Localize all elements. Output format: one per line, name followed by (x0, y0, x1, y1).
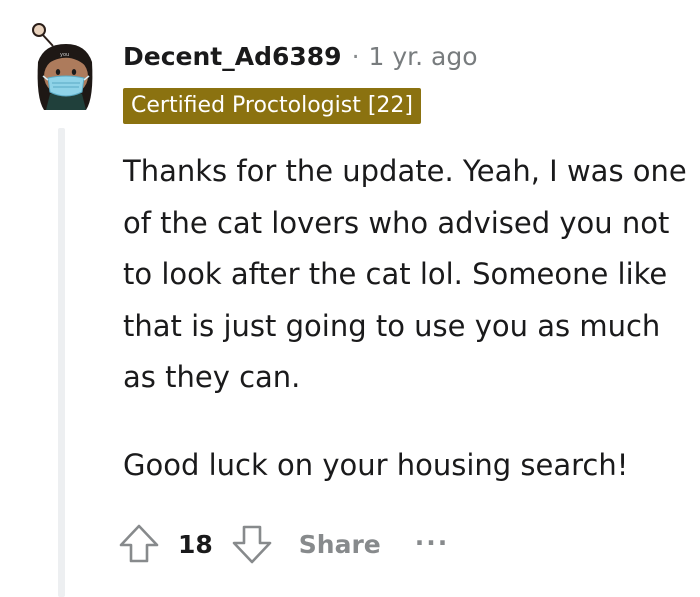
comment-meta: Decent_Ad6389 · 1 yr. ago (123, 38, 478, 74)
user-flair-badge: Certified Proctologist [22] (123, 88, 422, 124)
vote-score: 18 (178, 529, 213, 559)
comment-body: Thanks for the update. Yeah, I was one o… (123, 146, 695, 491)
thread-collapse-line[interactable] (58, 128, 65, 597)
avatar[interactable]: you (26, 18, 104, 114)
comment-timestamp[interactable]: 1 yr. ago (369, 42, 478, 71)
snoo-avatar-icon: you (32, 23, 93, 110)
more-options-icon[interactable]: ... (415, 522, 450, 551)
share-button[interactable]: Share (299, 530, 381, 559)
username-link[interactable]: Decent_Ad6389 (123, 42, 342, 71)
svg-text:you: you (60, 52, 69, 58)
comment-paragraph: Good luck on your housing search! (123, 447, 629, 482)
comment-actions: 18 Share ... (116, 516, 449, 572)
meta-separator: · (351, 41, 360, 71)
comment-paragraph: Thanks for the update. Yeah, I was one o… (123, 154, 687, 394)
upvote-arrow-icon[interactable] (116, 521, 162, 567)
downvote-arrow-icon[interactable] (229, 521, 275, 567)
